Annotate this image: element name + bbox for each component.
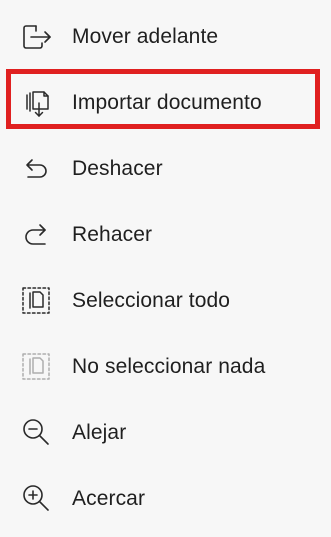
menu-item-zoom-out[interactable]: Alejar bbox=[0, 399, 331, 465]
zoom-in-icon bbox=[19, 481, 53, 515]
context-menu: Mover adelante Importar documento Deshac… bbox=[0, 0, 331, 537]
import-document-icon bbox=[19, 85, 53, 119]
menu-item-label: Alejar bbox=[72, 420, 127, 444]
move-forward-icon bbox=[19, 19, 53, 53]
undo-icon bbox=[19, 151, 53, 185]
menu-item-move-forward[interactable]: Mover adelante bbox=[0, 3, 331, 69]
menu-item-select-all[interactable]: Seleccionar todo bbox=[0, 267, 331, 333]
menu-item-label: Importar documento bbox=[72, 90, 262, 114]
menu-item-label: Rehacer bbox=[72, 222, 153, 246]
menu-item-undo[interactable]: Deshacer bbox=[0, 135, 331, 201]
menu-item-label: Seleccionar todo bbox=[72, 288, 231, 312]
menu-item-import-document[interactable]: Importar documento bbox=[0, 69, 331, 135]
select-none-icon bbox=[19, 349, 53, 383]
select-all-icon bbox=[19, 283, 53, 317]
menu-item-label: Mover adelante bbox=[72, 24, 219, 48]
menu-item-zoom-in[interactable]: Acercar bbox=[0, 465, 331, 531]
menu-item-redo[interactable]: Rehacer bbox=[0, 201, 331, 267]
menu-item-select-none[interactable]: No seleccionar nada bbox=[0, 333, 331, 399]
zoom-out-icon bbox=[19, 415, 53, 449]
menu-item-label: Deshacer bbox=[72, 156, 163, 180]
menu-item-label: No seleccionar nada bbox=[72, 354, 266, 378]
menu-item-label: Acercar bbox=[72, 486, 146, 510]
redo-icon bbox=[19, 217, 53, 251]
